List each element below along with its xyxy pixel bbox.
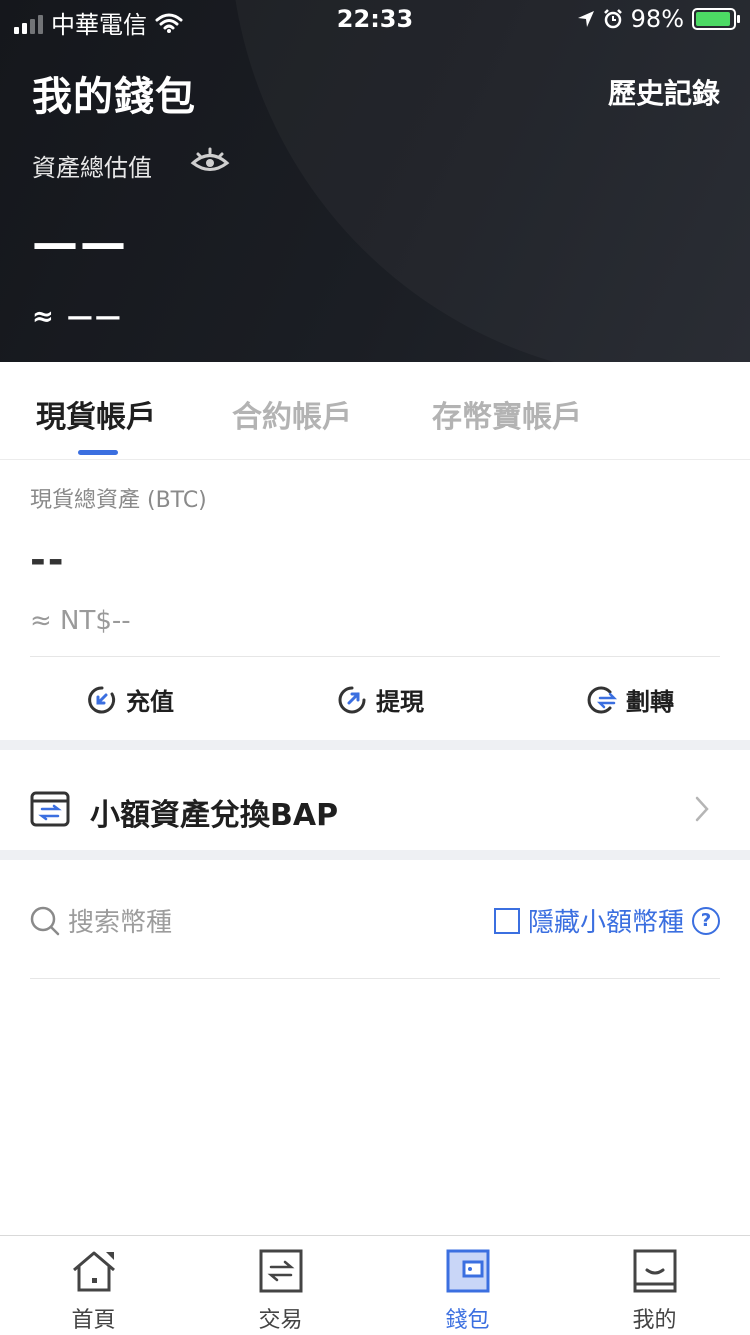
spot-total-value: --: [30, 538, 66, 582]
total-estimate-label: 資產總估值: [32, 154, 152, 182]
search-placeholder: 搜索幣種: [68, 908, 173, 938]
section-separator: [0, 740, 750, 750]
account-tabs: 現貨帳戶 合約帳戶 存幣寶帳戶: [0, 362, 750, 460]
deposit-arrow-icon: [88, 685, 116, 713]
profile-icon: [633, 1249, 677, 1293]
history-link[interactable]: 歷史記錄: [608, 72, 720, 112]
trade-icon: [259, 1249, 303, 1293]
help-icon[interactable]: ?: [692, 906, 720, 935]
withdraw-arrow-icon: [338, 686, 366, 713]
search-icon: [30, 906, 60, 935]
battery-percent: 98%: [630, 5, 684, 33]
nav-profile[interactable]: 我的: [561, 1236, 748, 1335]
status-bar: 中華電信 22:33 98%: [0, 0, 750, 40]
nav-home[interactable]: 首頁: [0, 1236, 187, 1335]
spot-total-label: 現貨總資產 (BTC): [30, 488, 207, 513]
chevron-right-icon: [695, 796, 709, 822]
battery-icon: [692, 8, 740, 30]
tab-spot-account[interactable]: 現貨帳戶: [36, 392, 156, 436]
tab-contract-account[interactable]: 合約帳戶: [232, 392, 352, 436]
nav-wallet[interactable]: 錢包: [374, 1236, 561, 1335]
withdraw-label: 提現: [376, 688, 424, 716]
page-title: 我的錢包: [32, 74, 196, 120]
home-icon: [73, 1251, 115, 1292]
header-decoration: [230, 0, 750, 362]
withdraw-button[interactable]: 提現: [336, 682, 424, 717]
eye-icon[interactable]: [190, 146, 230, 178]
bap-exchange-label: 小額資產兌換BAP: [90, 798, 339, 833]
nav-trade-label: 交易: [258, 1308, 303, 1333]
location-icon: [577, 11, 594, 27]
spot-approx-value: ≈ NT$--: [30, 606, 131, 636]
nav-wallet-label: 錢包: [445, 1308, 490, 1333]
divider: [30, 978, 720, 979]
transfer-label: 劃轉: [626, 688, 674, 716]
section-separator: [0, 850, 750, 860]
nav-trade[interactable]: 交易: [187, 1236, 374, 1335]
transfer-button[interactable]: 劃轉: [584, 682, 674, 717]
wallet-icon: [446, 1249, 490, 1293]
total-value: ——: [32, 216, 128, 270]
status-right: 98%: [577, 5, 740, 33]
approx-value: ≈ ——: [32, 302, 123, 332]
deposit-label: 充值: [126, 688, 174, 716]
hide-small-label: 隱藏小額幣種: [527, 908, 684, 938]
search-input[interactable]: 搜索幣種: [30, 902, 172, 939]
nav-home-label: 首頁: [71, 1308, 116, 1333]
deposit-button[interactable]: 充值: [86, 682, 174, 717]
divider: [30, 656, 720, 657]
bottom-navigation: 首頁 交易 錢包 我的: [0, 1235, 750, 1335]
active-tab-indicator: [78, 450, 118, 455]
hide-small-checkbox[interactable]: [493, 907, 520, 934]
nav-profile-label: 我的: [632, 1308, 677, 1333]
transfer-icon: [587, 686, 618, 713]
exchange-card-icon: [30, 791, 70, 827]
alarm-icon: [603, 9, 622, 29]
wallet-header: 中華電信 22:33 98% 我的錢包 歷史記錄 資產總估值 —— ≈ ——: [0, 0, 750, 362]
hide-small-toggle[interactable]: 隱藏小額幣種 ?: [493, 902, 720, 939]
tab-savings-account[interactable]: 存幣寶帳戶: [432, 392, 582, 436]
